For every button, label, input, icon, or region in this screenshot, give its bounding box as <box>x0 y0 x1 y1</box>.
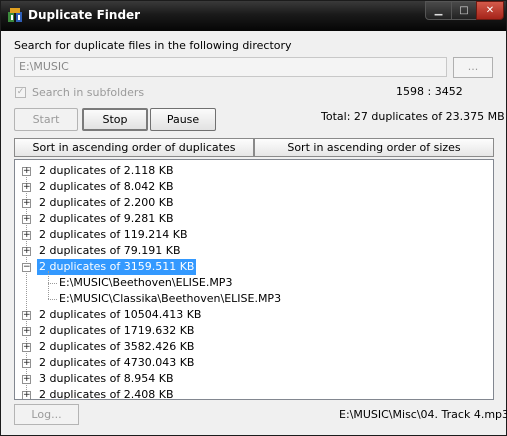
tree-node[interactable]: +2 duplicates of 79.191 KB <box>15 243 485 259</box>
tree-node-label[interactable]: 2 duplicates of 10504.413 KB <box>37 307 203 323</box>
duplicates-tree[interactable]: +2 duplicates of 2.118 KB +2 duplicates o… <box>14 159 494 400</box>
sort-duplicates-button[interactable]: Sort in ascending order of duplicates <box>14 138 254 157</box>
sort-sizes-button[interactable]: Sort in ascending order of sizes <box>254 138 494 157</box>
collapse-icon[interactable]: − <box>22 263 31 272</box>
tree-node-label[interactable]: 2 duplicates of 1719.632 KB <box>37 323 196 339</box>
child-connector-branch <box>48 299 57 300</box>
close-icon: ✕ <box>485 5 495 16</box>
minimize-icon: ▁ <box>434 5 443 16</box>
tree-node[interactable]: +2 duplicates of 2.200 KB <box>15 195 485 211</box>
subfolders-label: Search in subfolders <box>32 86 145 99</box>
tree-node[interactable]: +2 duplicates of 8.042 KB <box>15 179 485 195</box>
tree-node-label[interactable]: 2 duplicates of 2.118 KB <box>37 163 176 179</box>
expand-icon[interactable]: + <box>22 359 31 368</box>
stop-button[interactable]: Stop <box>82 108 148 131</box>
start-button[interactable]: Start <box>14 108 78 131</box>
expand-icon[interactable]: + <box>22 375 31 384</box>
tree-node[interactable]: +2 duplicates of 9.281 KB <box>15 211 485 227</box>
subfolders-checkbox[interactable]: ✓ <box>15 87 26 98</box>
log-button[interactable]: Log... <box>14 404 79 425</box>
app-window: Duplicate Finder ▁ □ ✕ Search for duplic… <box>0 0 507 436</box>
expand-icon[interactable]: + <box>22 311 31 320</box>
expand-icon[interactable]: + <box>22 231 31 240</box>
expand-icon[interactable]: + <box>22 215 31 224</box>
tree-node-label[interactable]: 3 duplicates of 8.954 KB <box>37 371 176 387</box>
tree-child-file[interactable]: E:\MUSIC\Beethoven\ELISE.MP3 <box>59 275 232 291</box>
title-bar[interactable]: Duplicate Finder ▁ □ ✕ <box>1 1 506 31</box>
maximize-icon: □ <box>459 5 469 16</box>
tree-node[interactable]: +2 duplicates of 3582.426 KB <box>15 339 485 355</box>
directory-label: Search for duplicate files in the follow… <box>14 39 292 52</box>
close-button[interactable]: ✕ <box>476 1 504 20</box>
tree-node[interactable]: +2 duplicates of 4730.043 KB <box>15 355 485 371</box>
tree-node-label[interactable]: 2 duplicates of 3582.426 KB <box>37 339 196 355</box>
tree-node-label[interactable]: 2 duplicates of 4730.043 KB <box>37 355 196 371</box>
expand-icon[interactable]: + <box>22 183 31 192</box>
tree-node-label[interactable]: 2 duplicates of 8.042 KB <box>37 179 176 195</box>
progress-counter: 1598 : 3452 <box>396 85 463 98</box>
tree-node[interactable]: +2 duplicates of 2.118 KB <box>15 163 485 179</box>
tree-node[interactable]: +3 duplicates of 8.954 KB <box>15 371 485 387</box>
directory-field[interactable]: E:\MUSIC <box>14 57 447 77</box>
tree-node[interactable]: −2 duplicates of 3159.511 KB <box>15 258 485 276</box>
maximize-button[interactable]: □ <box>451 1 477 20</box>
child-connector-branch <box>48 283 57 284</box>
tree-node[interactable]: +2 duplicates of 1719.632 KB <box>15 323 485 339</box>
main-panel: Search for duplicate files in the follow… <box>5 31 507 432</box>
tree-node[interactable]: +2 duplicates of 10504.413 KB <box>15 307 485 323</box>
tree-node-label[interactable]: 2 duplicates of 3159.511 KB <box>35 258 198 276</box>
expand-icon[interactable]: + <box>22 327 31 336</box>
expand-icon[interactable]: + <box>22 167 31 176</box>
app-icon <box>8 8 22 22</box>
tree-node[interactable]: +2 duplicates of 2.408 KB <box>15 387 485 399</box>
expand-icon[interactable]: + <box>22 247 31 256</box>
tree-node-label[interactable]: 2 duplicates of 119.214 KB <box>37 227 189 243</box>
tree-node-label[interactable]: 2 duplicates of 79.191 KB <box>37 243 183 259</box>
tree-child-file[interactable]: E:\MUSIC\Classika\Beethoven\ELISE.MP3 <box>59 291 281 307</box>
pause-button[interactable]: Pause <box>150 108 216 131</box>
child-connector-line <box>48 271 49 299</box>
window-title: Duplicate Finder <box>28 8 141 22</box>
tree-node-label[interactable]: 2 duplicates of 2.408 KB <box>37 387 176 399</box>
total-summary: Total: 27 duplicates of 23.375 MB <box>321 110 505 123</box>
tree-node-label[interactable]: 2 duplicates of 2.200 KB <box>37 195 176 211</box>
expand-icon[interactable]: + <box>22 343 31 352</box>
tree-node[interactable]: +2 duplicates of 119.214 KB <box>15 227 485 243</box>
minimize-button[interactable]: ▁ <box>425 1 452 20</box>
current-file-status: E:\MUSIC\Misc\04. Track 4.mp3 <box>339 408 507 421</box>
browse-button[interactable]: ... <box>453 57 493 78</box>
expand-icon[interactable]: + <box>22 391 31 399</box>
tree-node-label[interactable]: 2 duplicates of 9.281 KB <box>37 211 176 227</box>
expand-icon[interactable]: + <box>22 199 31 208</box>
